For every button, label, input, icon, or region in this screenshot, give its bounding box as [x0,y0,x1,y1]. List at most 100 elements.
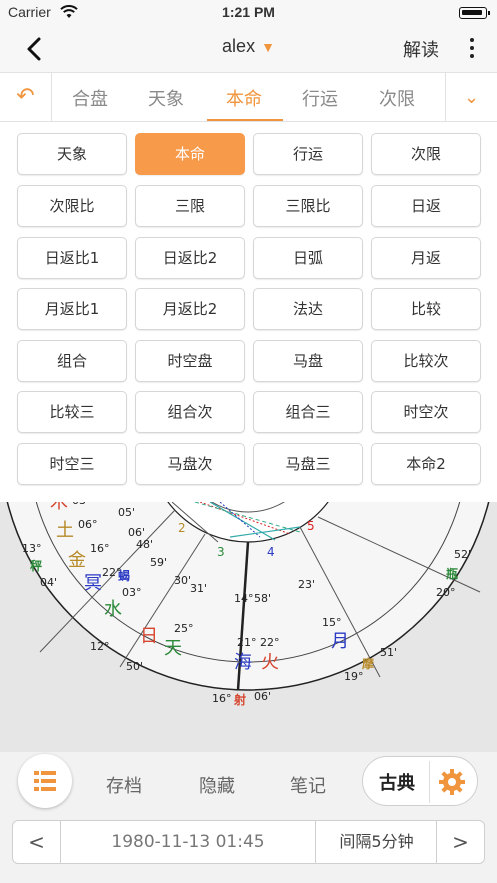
grid-button[interactable]: 时空三 [17,443,127,485]
degree-label: 30' [174,574,191,587]
degree-label: 22° [102,566,122,579]
tab-transit-sky[interactable]: 天象 [148,85,184,111]
archive-button[interactable]: 存档 [106,772,142,798]
grid-button[interactable]: 月返比1 [17,288,127,330]
grid-button[interactable]: 比较 [371,288,481,330]
navigation-bar: alex ▼ 解读 [0,26,497,72]
chevron-down-icon: ▼ [261,39,275,55]
grid-button[interactable]: 三限比 [253,185,363,227]
grid-button[interactable]: 日返 [371,185,481,227]
house-number: 5 [307,519,315,533]
bottom-toolbar: 存档 隐藏 笔记 古典 < 1980-11-13 01:45 间隔5分钟 > [0,752,497,883]
degree-label: 31' [190,582,207,595]
app-root: { "status": {"carrier": "Carrier", "time… [0,0,497,883]
planet-glyph: 木 [50,502,68,513]
tab-progressions[interactable]: 次限 [379,85,415,111]
grid-button[interactable]: 时空盘 [135,340,245,382]
sign-glyph: 秤 [30,558,42,573]
owner-name: alex [222,36,256,56]
degree-label: 03° [122,586,142,599]
interpret-button[interactable]: 解读 [403,36,439,62]
grid-button[interactable]: 法达 [253,288,363,330]
house-number: 3 [217,545,225,559]
more-vertical-icon[interactable] [467,38,477,60]
degree-label: 04' [40,576,57,589]
degree-label: 25° [174,622,194,635]
sign-glyph: 摩 [362,656,374,671]
previous-step-button[interactable]: < [13,821,61,863]
planet-glyph: 日 [140,626,158,647]
degree-label: 06° [78,518,98,531]
grid-button[interactable]: 时空次 [371,391,481,433]
degree-label: 22° [260,636,280,649]
hide-button[interactable]: 隐藏 [199,772,235,798]
grid-button[interactable]: 次限 [371,133,481,175]
planet-glyph: 天 [164,638,182,659]
degree-label: 59' [150,556,167,569]
active-tab-indicator [207,119,283,121]
natal-chart[interactable]: 2 3 4 5 木 土 金 冥 水 日 天 海 火 月 秤 蝎 射 摩 瓶 03… [0,502,497,752]
planet-glyph: 月 [331,631,349,652]
grid-button[interactable]: 月返 [371,237,481,279]
degree-label: 51' [380,646,397,659]
degree-label: 23' [298,578,315,591]
expand-chevron-icon[interactable]: ⌄ [445,73,497,121]
degree-label: 03 [72,502,86,507]
planet-glyph: 火 [261,652,279,673]
grid-button[interactable]: 三限 [135,185,245,227]
grid-button[interactable]: 本命2 [371,443,481,485]
grid-button[interactable]: 比较次 [371,340,481,382]
grid-button[interactable]: 组合三 [253,391,363,433]
planet-glyph: 冥 [84,573,102,594]
notes-button[interactable]: 笔记 [290,772,326,798]
grid-button[interactable]: 次限比 [17,185,127,227]
house-number: 4 [267,545,275,559]
planet-glyph: 水 [104,599,122,620]
grid-button[interactable]: 马盘次 [135,443,245,485]
sign-glyph: 射 [233,692,246,707]
gear-icon[interactable] [437,767,467,797]
degree-label: 58' [254,592,271,605]
degree-label: 52' [454,548,471,561]
chart-type-tabs: ↶ 合盘 天象 本命 行运 次限 ⌄ [0,72,497,122]
grid-button[interactable]: 行运 [253,133,363,175]
degree-label: 48' [136,538,153,551]
grid-button[interactable]: 马盘三 [253,443,363,485]
degree-label: 14° [234,592,254,605]
status-bar: Carrier 1:21 PM [0,0,497,26]
degree-label: 06' [254,690,271,703]
grid-button[interactable]: 马盘 [253,340,363,382]
chart-wheel: 2 3 4 5 木 土 金 冥 水 日 天 海 火 月 秤 蝎 射 摩 瓶 03… [0,502,497,752]
grid-button[interactable]: 日返比2 [135,237,245,279]
list-menu-button[interactable] [18,754,72,808]
date-navigator: < 1980-11-13 01:45 间隔5分钟 > [12,820,485,864]
divider [429,761,430,803]
tab-natal[interactable]: 本命 [226,85,262,111]
degree-label: 50' [126,660,143,673]
classic-button[interactable]: 古典 [379,769,415,795]
classic-mode-control: 古典 [362,756,478,806]
grid-button[interactable]: 日弧 [253,237,363,279]
datetime-field[interactable]: 1980-11-13 01:45 [61,832,315,852]
interval-selector[interactable]: 间隔5分钟 [315,821,437,863]
degree-label: 19° [344,670,364,683]
grid-button[interactable]: 天象 [17,133,127,175]
grid-button[interactable]: 月返比2 [135,288,245,330]
grid-button[interactable]: 日返比1 [17,237,127,279]
status-time: 1:21 PM [222,4,275,20]
undo-icon[interactable]: ↶ [0,73,52,121]
degree-label: 21° [237,636,257,649]
grid-button[interactable]: 比较三 [17,391,127,433]
grid-button-selected[interactable]: 本命 [135,133,245,175]
degree-label: 12° [90,640,110,653]
tab-synastry[interactable]: 合盘 [72,85,108,111]
grid-button[interactable]: 组合次 [135,391,245,433]
planet-glyph: 海 [234,652,252,673]
planet-glyph: 金 [68,550,86,571]
tab-transits[interactable]: 行运 [302,85,338,111]
next-step-button[interactable]: > [436,821,484,863]
grid-button[interactable]: 组合 [17,340,127,382]
degree-label: 16° [90,542,110,555]
sign-glyph: 瓶 [446,566,458,581]
degree-label: 20° [436,586,456,599]
